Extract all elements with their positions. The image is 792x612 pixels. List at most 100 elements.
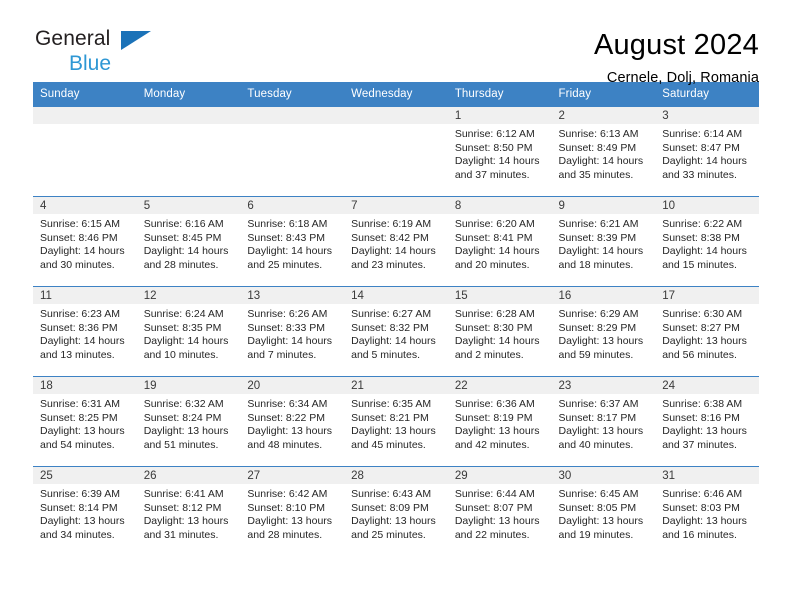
sunrise-time: Sunrise: 6:38 AM: [662, 398, 743, 410]
sunrise-time: Sunrise: 6:34 AM: [247, 398, 328, 410]
calendar-day-cell[interactable]: 24 Sunrise: 6:38 AM Sunset: 8:16 PM Dayligh…: [655, 376, 759, 467]
day-details: Sunrise: 6:15 AM Sunset: 8:46 PM Daylight:…: [33, 214, 137, 272]
day-details: Sunrise: 6:14 AM Sunset: 8:47 PM Daylight:…: [655, 124, 759, 182]
logo-text-blue: Blue: [69, 52, 112, 75]
day-details: Sunrise: 6:42 AM Sunset: 8:10 PM Daylight:…: [240, 484, 344, 542]
sunrise-time: Sunrise: 6:30 AM: [662, 308, 743, 320]
logo-text-general: General: [35, 28, 151, 52]
calendar-day-cell[interactable]: 2 Sunrise: 6:13 AM Sunset: 8:49 PM Daylight…: [551, 106, 656, 197]
title-block: August 2024 Cernele, Dolj, Romania: [594, 28, 759, 88]
daylight-duration-line1: Daylight: 14 hours: [247, 335, 333, 348]
calendar-day-cell[interactable]: 10 Sunrise: 6:22 AM Sunset: 8:38 PM Dayligh…: [655, 196, 759, 287]
day-details: Sunrise: 6:19 AM Sunset: 8:42 PM Daylight:…: [344, 214, 448, 272]
weekday-header-monday: Monday: [136, 82, 241, 107]
calendar-day-cell[interactable]: 30 Sunrise: 6:45 AM Sunset: 8:05 PM Dayligh…: [551, 466, 656, 557]
sunset-time: Sunset: 8:36 PM: [40, 321, 118, 334]
sunrise-time: Sunrise: 6:15 AM: [40, 218, 120, 230]
calendar-day-cell[interactable]: 13 Sunrise: 6:26 AM Sunset: 8:33 PM Dayligh…: [240, 286, 345, 377]
day-number: 29: [447, 467, 552, 484]
sunrise-time: Sunrise: 6:41 AM: [143, 488, 224, 500]
calendar-day-cell[interactable]: 21 Sunrise: 6:35 AM Sunset: 8:21 PM Dayligh…: [344, 376, 448, 467]
day-details: Sunrise: 6:39 AM Sunset: 8:14 PM Daylight:…: [33, 484, 137, 542]
calendar-day-cell[interactable]: 29 Sunrise: 6:44 AM Sunset: 8:07 PM Dayligh…: [447, 466, 552, 557]
calendar-cell-empty: [344, 106, 448, 197]
daylight-duration-line2: and 34 minutes.: [40, 528, 115, 541]
calendar-day-cell[interactable]: 27 Sunrise: 6:42 AM Sunset: 8:10 PM Dayligh…: [240, 466, 345, 557]
daylight-duration-line1: Daylight: 14 hours: [247, 245, 333, 258]
calendar-day-cell[interactable]: 1 Sunrise: 6:12 AM Sunset: 8:50 PM Daylight…: [447, 106, 552, 197]
calendar-day-cell[interactable]: 19 Sunrise: 6:32 AM Sunset: 8:24 PM Dayligh…: [136, 376, 241, 467]
sunrise-time: Sunrise: 6:20 AM: [454, 218, 535, 230]
calendar-day-cell[interactable]: 18 Sunrise: 6:31 AM Sunset: 8:25 PM Dayligh…: [33, 376, 137, 467]
daylight-duration-line2: and 59 minutes.: [558, 348, 634, 361]
calendar-day-cell[interactable]: 31 Sunrise: 6:46 AM Sunset: 8:03 PM Dayligh…: [655, 466, 759, 557]
calendar-day-cell[interactable]: 22 Sunrise: 6:36 AM Sunset: 8:19 PM Dayligh…: [447, 376, 552, 467]
day-number: 16: [551, 287, 656, 304]
sunset-time: Sunset: 8:47 PM: [662, 141, 740, 154]
calendar-day-cell[interactable]: 11 Sunrise: 6:23 AM Sunset: 8:36 PM Dayligh…: [33, 286, 137, 377]
calendar-week-row: 11 Sunrise: 6:23 AM Sunset: 8:36 PM Dayligh…: [33, 286, 759, 377]
sunset-time: Sunset: 8:10 PM: [247, 501, 326, 514]
day-details: Sunrise: 6:13 AM Sunset: 8:49 PM Daylight:…: [552, 124, 656, 182]
day-number: 10: [655, 197, 759, 214]
sunrise-time: Sunrise: 6:46 AM: [662, 488, 743, 500]
daylight-duration-line2: and 7 minutes.: [247, 348, 317, 361]
sunset-time: Sunset: 8:03 PM: [662, 501, 740, 514]
sunrise-time: Sunrise: 6:45 AM: [558, 488, 639, 500]
daylight-duration-line1: Daylight: 13 hours: [143, 425, 229, 438]
daylight-duration-line2: and 35 minutes.: [558, 168, 634, 181]
calendar-day-cell[interactable]: 25 Sunrise: 6:39 AM Sunset: 8:14 PM Dayligh…: [33, 466, 137, 557]
daylight-duration-line1: Daylight: 13 hours: [40, 515, 125, 528]
calendar-day-cell[interactable]: 4 Sunrise: 6:15 AM Sunset: 8:46 PM Daylight…: [33, 196, 137, 287]
calendar-day-cell[interactable]: 7 Sunrise: 6:19 AM Sunset: 8:42 PM Daylight…: [344, 196, 448, 287]
sunrise-time: Sunrise: 6:32 AM: [143, 398, 224, 410]
daylight-duration-line2: and 40 minutes.: [558, 438, 634, 451]
daylight-duration-line2: and 54 minutes.: [40, 438, 115, 451]
daylight-duration-line2: and 2 minutes.: [454, 348, 524, 361]
day-details: [344, 124, 448, 128]
calendar-day-cell[interactable]: 15 Sunrise: 6:28 AM Sunset: 8:30 PM Dayligh…: [447, 286, 552, 377]
calendar-day-cell[interactable]: 6 Sunrise: 6:18 AM Sunset: 8:43 PM Daylight…: [240, 196, 345, 287]
daylight-duration-line2: and 30 minutes.: [40, 258, 115, 271]
calendar-day-cell[interactable]: 28 Sunrise: 6:43 AM Sunset: 8:09 PM Dayligh…: [344, 466, 448, 557]
calendar-day-cell[interactable]: 16 Sunrise: 6:29 AM Sunset: 8:29 PM Dayligh…: [551, 286, 656, 377]
day-number: 12: [136, 287, 241, 304]
day-number: 2: [551, 107, 656, 124]
sunrise-time: Sunrise: 6:36 AM: [454, 398, 535, 410]
calendar-day-cell[interactable]: 3 Sunrise: 6:14 AM Sunset: 8:47 PM Daylight…: [655, 106, 759, 197]
page-subtitle-location: Cernele, Dolj, Romania: [606, 70, 759, 86]
daylight-duration-line1: Daylight: 13 hours: [351, 425, 436, 438]
sunset-time: Sunset: 8:05 PM: [558, 501, 637, 514]
sunset-time: Sunset: 8:07 PM: [454, 501, 533, 514]
calendar-day-cell[interactable]: 23 Sunrise: 6:37 AM Sunset: 8:17 PM Dayligh…: [551, 376, 656, 467]
daylight-duration-line2: and 56 minutes.: [662, 348, 737, 361]
daylight-duration-line2: and 16 minutes.: [662, 528, 737, 541]
page-header: General Blue August 2024 Cernele, Dolj, …: [33, 0, 759, 86]
sunrise-time: Sunrise: 6:23 AM: [40, 308, 120, 320]
sunset-time: Sunset: 8:22 PM: [247, 411, 326, 424]
calendar-day-cell[interactable]: 9 Sunrise: 6:21 AM Sunset: 8:39 PM Daylight…: [551, 196, 656, 287]
daylight-duration-line2: and 19 minutes.: [558, 528, 634, 541]
calendar-day-cell[interactable]: 26 Sunrise: 6:41 AM Sunset: 8:12 PM Dayligh…: [136, 466, 241, 557]
calendar-day-cell[interactable]: 14 Sunrise: 6:27 AM Sunset: 8:32 PM Dayligh…: [344, 286, 448, 377]
daylight-duration-line2: and 15 minutes.: [662, 258, 737, 271]
day-number: [240, 107, 345, 124]
calendar-cell-empty: [136, 106, 241, 197]
day-number: 28: [344, 467, 448, 484]
calendar-day-cell[interactable]: 8 Sunrise: 6:20 AM Sunset: 8:41 PM Daylight…: [447, 196, 552, 287]
calendar-day-cell[interactable]: 17 Sunrise: 6:30 AM Sunset: 8:27 PM Dayligh…: [655, 286, 759, 377]
sunset-time: Sunset: 8:33 PM: [247, 321, 326, 334]
daylight-duration-line1: Daylight: 13 hours: [454, 425, 540, 438]
day-details: Sunrise: 6:12 AM Sunset: 8:50 PM Daylight:…: [448, 124, 552, 182]
calendar-week-row: 1 Sunrise: 6:12 AM Sunset: 8:50 PM Daylight…: [33, 106, 759, 197]
daylight-duration-line2: and 5 minutes.: [351, 348, 420, 361]
sunrise-time: Sunrise: 6:24 AM: [143, 308, 224, 320]
day-details: Sunrise: 6:21 AM Sunset: 8:39 PM Daylight:…: [552, 214, 656, 272]
sunrise-time: Sunrise: 6:19 AM: [351, 218, 432, 230]
calendar-week-row: 25 Sunrise: 6:39 AM Sunset: 8:14 PM Dayligh…: [33, 466, 759, 557]
calendar-day-cell[interactable]: 20 Sunrise: 6:34 AM Sunset: 8:22 PM Dayligh…: [240, 376, 345, 467]
day-number: [344, 107, 448, 124]
calendar-day-cell[interactable]: 12 Sunrise: 6:24 AM Sunset: 8:35 PM Dayligh…: [136, 286, 241, 377]
day-details: Sunrise: 6:34 AM Sunset: 8:22 PM Daylight:…: [240, 394, 344, 452]
calendar-day-cell[interactable]: 5 Sunrise: 6:16 AM Sunset: 8:45 PM Daylight…: [136, 196, 241, 287]
